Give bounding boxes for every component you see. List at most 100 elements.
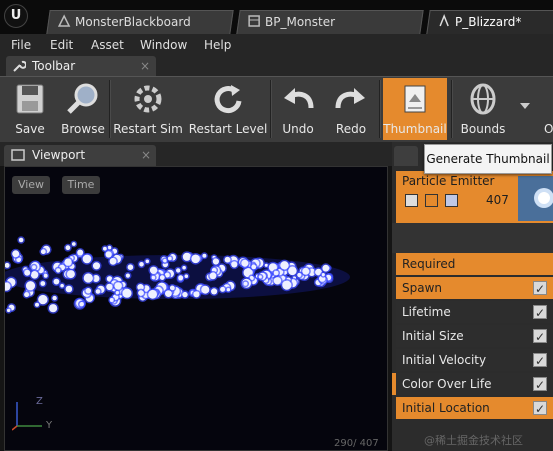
particle: [322, 264, 330, 272]
particle: [138, 290, 144, 296]
particle: [40, 249, 46, 255]
particle: [163, 258, 167, 263]
particle: [127, 264, 134, 270]
particle: [159, 275, 165, 280]
toolbar-panel-tab[interactable]: Toolbar ×: [6, 56, 156, 76]
restart-sim-label: Restart Sim: [113, 122, 183, 136]
menu-edit[interactable]: Edit: [50, 37, 73, 53]
particle-viewport[interactable]: [4, 166, 388, 451]
tab-p-blizzard[interactable]: P_Blizzard*: [426, 10, 553, 34]
particle: [77, 249, 84, 256]
module-initial-velocity[interactable]: Initial Velocity: [396, 349, 553, 372]
menu-asset[interactable]: Asset: [91, 37, 124, 53]
module-spawn[interactable]: Spawn: [396, 277, 553, 300]
particle: [71, 242, 76, 246]
particle: [145, 259, 150, 264]
blackboard-icon: [57, 14, 71, 27]
emitters-tab[interactable]: [394, 146, 418, 166]
redo-label: Redo: [335, 122, 367, 136]
particle: [85, 288, 92, 294]
close-icon[interactable]: ×: [141, 145, 151, 166]
menu-bar: [0, 34, 553, 54]
menu-window[interactable]: Window: [140, 37, 187, 53]
particle: [148, 289, 158, 299]
module-checkbox[interactable]: [533, 302, 547, 324]
module-label: Required: [402, 257, 456, 271]
bounds-button[interactable]: Bounds: [455, 78, 511, 140]
module-label: Initial Size: [402, 329, 464, 343]
particle: [302, 267, 310, 275]
module-initial-location[interactable]: Initial Location: [396, 397, 553, 420]
module-lifetime[interactable]: Lifetime: [396, 301, 553, 324]
particle: [24, 292, 30, 298]
bounds-label: Bounds: [460, 122, 506, 136]
particle: [297, 272, 302, 278]
menu-file[interactable]: File: [11, 37, 31, 53]
restart-sim-button[interactable]: Restart Sim: [113, 78, 183, 140]
module-required[interactable]: Required: [396, 253, 553, 275]
particle-field: [5, 236, 350, 314]
particle: [12, 250, 20, 258]
axis-z-label: Z: [36, 396, 43, 407]
particle: [6, 308, 11, 313]
particle: [193, 291, 200, 298]
browse-icon: [67, 83, 98, 114]
particle: [82, 254, 92, 264]
browse-label: Browse: [61, 122, 105, 136]
emitter-name: Particle Emitter: [402, 174, 495, 188]
module-checkbox[interactable]: [533, 398, 547, 420]
viewport-panel-tab[interactable]: Viewport ×: [4, 145, 156, 166]
emitter-enable-checkbox[interactable]: [405, 194, 418, 207]
particle: [182, 265, 186, 270]
browse-button[interactable]: Browse: [58, 78, 108, 140]
time-button[interactable]: Time: [62, 176, 100, 194]
module-checkbox[interactable]: [533, 374, 547, 396]
restart-level-button[interactable]: Restart Level: [188, 78, 268, 140]
particle: [321, 273, 325, 277]
tab-bp-monster[interactable]: BP_Monster: [236, 10, 424, 34]
blueprint-icon: [248, 15, 260, 27]
module-checkbox[interactable]: [533, 326, 547, 348]
particle: [167, 256, 172, 261]
particle: [273, 270, 279, 276]
chevron-down-icon[interactable]: [518, 100, 532, 110]
overflow-button[interactable]: O: [538, 78, 553, 140]
save-button[interactable]: Save: [4, 78, 56, 140]
particle: [95, 289, 101, 294]
thumbnail-button[interactable]: Thumbnail: [383, 78, 447, 140]
module-checkbox[interactable]: [533, 278, 547, 300]
save-icon: [16, 84, 44, 114]
bounds-icon: [470, 83, 496, 115]
restart-level-label: Restart Level: [188, 122, 268, 136]
particle: [40, 281, 46, 286]
particle: [66, 270, 75, 279]
view-button[interactable]: View: [12, 176, 50, 194]
toolbar-separator: [379, 80, 381, 138]
undo-icon: [284, 88, 314, 109]
wrench-icon: [13, 60, 26, 72]
module-color-over-life[interactable]: Color Over Life: [392, 373, 553, 396]
menu-help[interactable]: Help: [204, 37, 231, 53]
save-label: Save: [15, 122, 45, 136]
particle: [220, 286, 226, 292]
emitter-lod-icon[interactable]: [445, 194, 458, 207]
undo-label: Undo: [282, 122, 314, 136]
emitter-solo-icon[interactable]: [425, 194, 438, 207]
module-initial-size[interactable]: Initial Size: [396, 325, 553, 348]
particle: [53, 278, 60, 285]
particle: [43, 273, 48, 278]
close-icon[interactable]: ×: [140, 56, 150, 76]
particle: [115, 291, 120, 295]
module-checkbox[interactable]: [533, 350, 547, 372]
particle: [30, 271, 39, 279]
emitter-spacer: [392, 223, 553, 253]
redo-button[interactable]: Redo: [326, 78, 376, 140]
toolbar-tab-label: Toolbar: [32, 59, 76, 73]
module-label: Initial Location: [402, 401, 490, 415]
redo-icon: [335, 88, 365, 109]
particle: [18, 237, 24, 243]
particle: [241, 259, 249, 267]
tab-monster-blackboard[interactable]: MonsterBlackboard: [46, 10, 234, 34]
undo-button[interactable]: Undo: [274, 78, 322, 140]
module-label: Spawn: [402, 281, 443, 295]
